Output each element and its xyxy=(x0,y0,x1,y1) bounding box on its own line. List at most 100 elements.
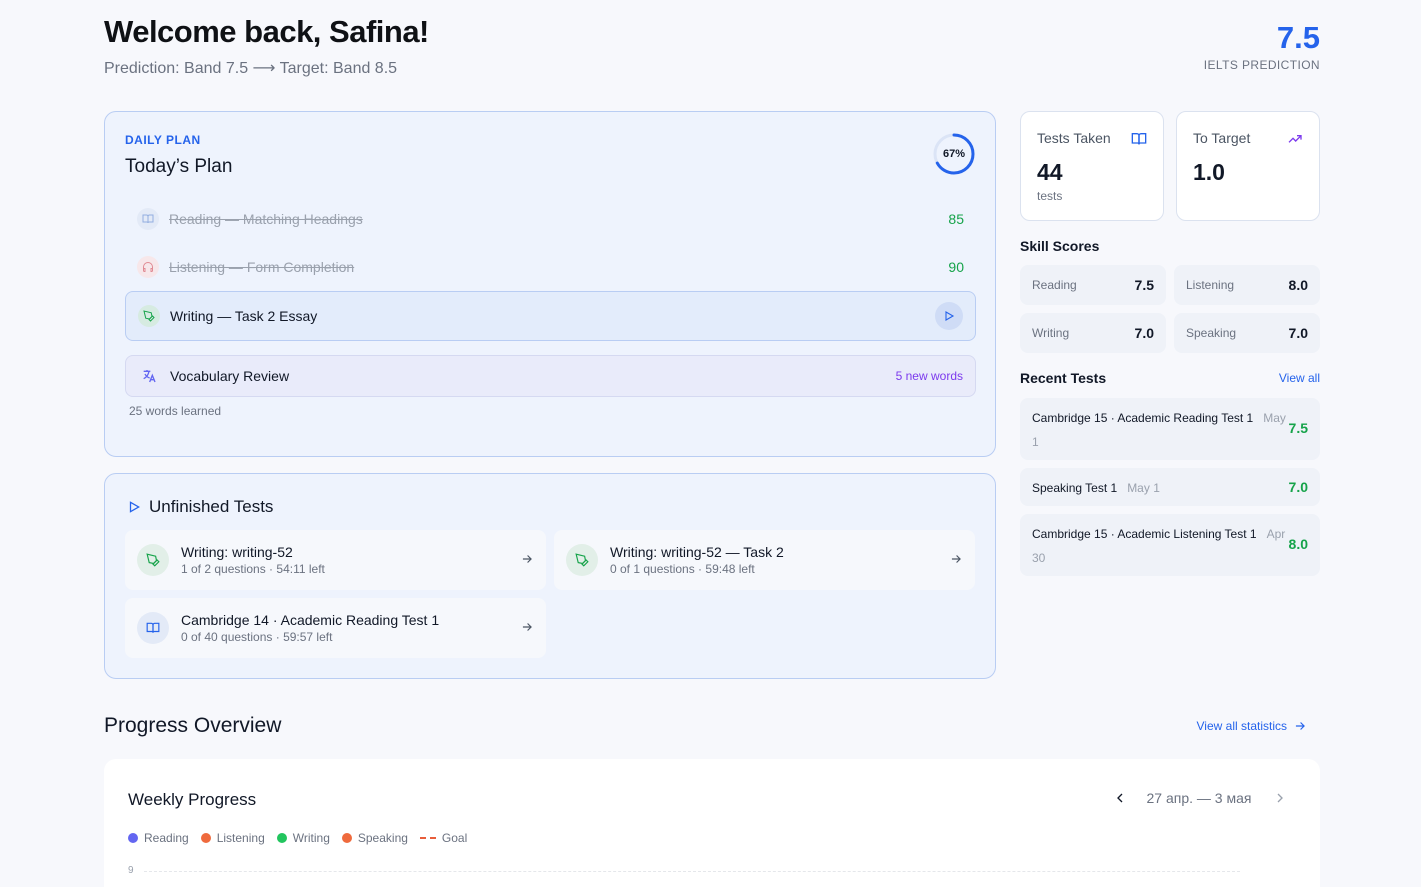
legend-writing[interactable]: Writing xyxy=(276,831,330,845)
arrow-right-icon[interactable] xyxy=(949,552,963,566)
view-all-link[interactable]: View all xyxy=(1250,371,1320,385)
unfinished-test-item[interactable]: Cambridge 14 · Academic Reading Test 1 0… xyxy=(125,598,546,658)
unfinished-test-item[interactable]: Writing: writing-52 1 of 2 questions · 5… xyxy=(125,530,546,590)
play-icon xyxy=(945,311,955,321)
daily-plan-title: Today’s Plan xyxy=(125,156,233,177)
recent-test-text: Cambridge 15 · Academic Listening Test 1… xyxy=(1032,522,1290,570)
skill-speaking: Speaking 7.0 xyxy=(1174,313,1320,353)
legend-reading[interactable]: Reading xyxy=(128,831,189,845)
recent-test-date: May 1 xyxy=(1127,481,1160,495)
y-axis-tick: 9 xyxy=(128,865,134,876)
recent-tests-title: Recent Tests xyxy=(1020,370,1107,386)
recent-test-item[interactable]: Speaking Test 1 May 1 7.0 xyxy=(1020,468,1320,506)
plan-item-vocabulary[interactable]: Vocabulary Review 5 new words xyxy=(125,355,976,397)
chart-legend: Reading Listening Writing Speaking Goal xyxy=(128,831,467,845)
new-words-badge: 5 new words xyxy=(895,369,963,383)
legend-label: Speaking xyxy=(357,831,408,845)
recent-test-text: Speaking Test 1 May 1 xyxy=(1032,476,1290,500)
recent-test-score: 7.0 xyxy=(1288,479,1308,495)
play-button[interactable] xyxy=(935,302,963,330)
legend-goal[interactable]: Goal xyxy=(419,831,468,845)
unfinished-tests-title: Unfinished Tests xyxy=(149,497,274,516)
recent-test-name: Speaking Test 1 xyxy=(1032,481,1118,495)
stat-unit: tests xyxy=(1037,189,1063,203)
recent-test-name: Cambridge 15 · Academic Listening Test 1 xyxy=(1032,527,1257,541)
plan-item-writing[interactable]: Writing — Task 2 Essay xyxy=(125,291,976,341)
weekly-progress-card: Weekly Progress 27 апр. — 3 мая Reading … xyxy=(104,759,1320,887)
plan-item-reading[interactable]: Reading — Matching Headings 85 xyxy=(125,195,976,243)
prediction-label: IELTS PREDICTION xyxy=(1203,58,1320,72)
recent-test-name: Cambridge 15 · Academic Reading Test 1 xyxy=(1032,411,1254,425)
chevron-left-icon[interactable] xyxy=(1112,790,1128,806)
legend-dot xyxy=(200,833,211,843)
skill-value: 8.0 xyxy=(1288,277,1308,293)
recent-test-item[interactable]: Cambridge 15 · Academic Reading Test 1 M… xyxy=(1020,398,1320,460)
view-all-statistics-label: View all statistics xyxy=(1196,719,1287,733)
daily-plan-eyebrow: DAILY PLAN xyxy=(125,133,201,147)
grid-line xyxy=(144,871,1240,872)
test-name: Writing: writing-52 — Task 2 xyxy=(610,544,784,560)
view-all-statistics-link[interactable]: View all statistics xyxy=(1180,719,1307,733)
plan-item-listening[interactable]: Listening — Form Completion 90 xyxy=(125,243,976,291)
legend-label: Listening xyxy=(216,831,265,845)
prediction-value: 7.5 xyxy=(1276,20,1320,55)
test-name: Writing: writing-52 xyxy=(181,544,293,560)
test-meta: 1 of 2 questions · 54:11 left xyxy=(181,562,325,576)
translate-icon xyxy=(138,365,160,387)
tests-taken-card: Tests Taken 44 tests xyxy=(1020,111,1164,221)
plan-item-label: Listening — Form Completion xyxy=(169,259,355,275)
legend-dot xyxy=(128,833,138,843)
arrow-right-icon[interactable] xyxy=(520,552,534,566)
recent-test-text: Cambridge 15 · Academic Reading Test 1 M… xyxy=(1032,406,1290,454)
skill-value: 7.0 xyxy=(1288,325,1308,341)
stat-label: To Target xyxy=(1193,130,1251,146)
skill-name: Listening xyxy=(1186,278,1235,292)
progress-ring-label: 67% xyxy=(942,148,966,160)
book-icon xyxy=(137,208,159,230)
legend-label: Reading xyxy=(144,831,189,845)
recent-test-score: 7.5 xyxy=(1288,420,1308,436)
stat-label: Tests Taken xyxy=(1037,130,1111,146)
daily-plan-card: DAILY PLAN Today’s Plan 67% Reading — Ma… xyxy=(104,111,996,457)
arrow-right-icon[interactable] xyxy=(520,620,534,634)
pen-icon xyxy=(137,544,169,576)
legend-dot xyxy=(341,833,352,843)
play-icon xyxy=(129,501,140,513)
plan-item-score: 90 xyxy=(948,259,964,275)
legend-listening[interactable]: Listening xyxy=(200,831,265,845)
legend-label: Goal xyxy=(441,831,468,845)
words-learned-text: 25 words learned xyxy=(129,404,222,418)
recent-test-score: 8.0 xyxy=(1288,536,1308,552)
stat-value: 44 xyxy=(1037,159,1063,185)
skill-value: 7.5 xyxy=(1134,277,1154,293)
legend-dash xyxy=(419,837,436,839)
plan-item-score: 85 xyxy=(948,211,964,227)
skill-reading: Reading 7.5 xyxy=(1020,265,1166,305)
weekly-progress-title: Weekly Progress xyxy=(128,790,257,809)
plan-item-label: Vocabulary Review xyxy=(170,368,290,384)
chevron-right-icon[interactable] xyxy=(1272,790,1288,806)
unfinished-tests-card: Unfinished Tests Writing: writing-52 1 o… xyxy=(104,473,996,679)
progress-overview-title: Progress Overview xyxy=(104,714,282,737)
week-range: 27 апр. — 3 мая xyxy=(1146,790,1252,806)
test-name: Cambridge 14 · Academic Reading Test 1 xyxy=(181,612,440,628)
legend-speaking[interactable]: Speaking xyxy=(341,831,408,845)
legend-dot xyxy=(276,833,287,843)
page-title: Welcome back, Safina! xyxy=(104,14,429,49)
stat-value: 1.0 xyxy=(1193,159,1225,185)
prediction-subtitle: Prediction: Band 7.5 ⟶ Target: Band 8.5 xyxy=(104,60,398,77)
skill-name: Reading xyxy=(1032,278,1077,292)
book-icon xyxy=(1131,133,1147,145)
pen-icon xyxy=(566,544,598,576)
test-meta: 0 of 40 questions · 59:57 left xyxy=(181,630,333,644)
book-icon xyxy=(137,612,169,644)
skill-name: Writing xyxy=(1032,326,1070,340)
headphones-icon xyxy=(137,256,159,278)
plan-item-label: Reading — Matching Headings xyxy=(169,211,363,227)
skill-listening: Listening 8.0 xyxy=(1174,265,1320,305)
legend-label: Writing xyxy=(292,831,330,845)
arrow-right-icon xyxy=(1295,722,1305,730)
unfinished-test-item[interactable]: Writing: writing-52 — Task 2 0 of 1 ques… xyxy=(554,530,975,590)
recent-test-item[interactable]: Cambridge 15 · Academic Listening Test 1… xyxy=(1020,514,1320,576)
to-target-card: To Target 1.0 xyxy=(1176,111,1320,221)
